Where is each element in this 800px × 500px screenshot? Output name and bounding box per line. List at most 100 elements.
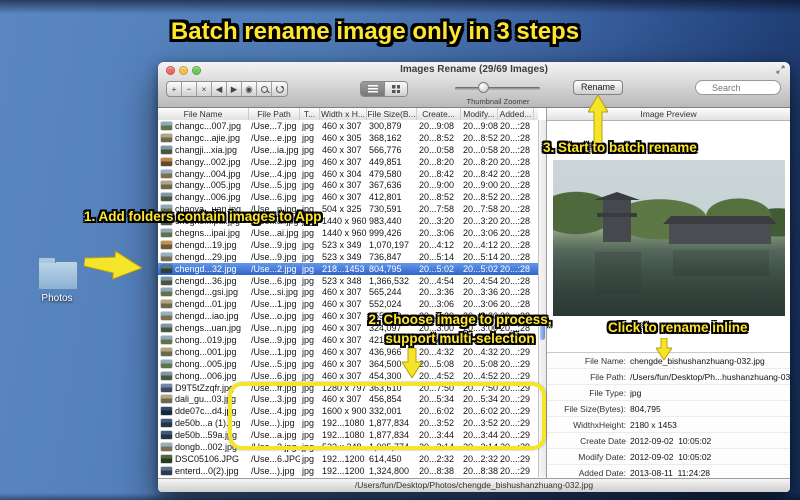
magnifier-icon [260,85,268,93]
table-row[interactable]: changy...004.jpg/Use...4.jpg jpg 460 x 304… [158,168,538,180]
zoom-window-button[interactable] [192,66,201,75]
table-row[interactable]: chengd...29.jpg/Use...9.jpg jpg 523 x 349 7… [158,251,538,263]
list-view-button[interactable] [361,82,384,96]
rename-button[interactable]: Rename [573,80,623,95]
table-row[interactable]: changy...002.jpg/Use...2.jpg jpg 460 x 307… [158,156,538,168]
file-thumbnail [161,383,172,392]
file-thumbnail [161,419,172,428]
info-field-value: 804,795 [630,403,661,414]
cell-dimensions: 460 x 307 [322,370,362,381]
previous-button[interactable]: ◀ [212,82,227,96]
cell-created: 20...3:20 [419,216,455,227]
cell-dimensions: 523 x 348 [322,275,362,286]
cell-created: 20...5:02 [419,263,455,274]
info-field: File Path: /Users/fun/Desktop/Ph...hushan… [547,369,790,385]
arrow-down-small-icon [656,338,672,360]
cell-added: 20...:28 [500,132,531,143]
cell-created: 20...4:12 [419,239,455,250]
table-row[interactable]: chong...005.jpg/Use...5.jpg jpg 460 x 307 3… [158,358,538,370]
table-row[interactable]: changc...007.jpg/Use...7.jpg jpg 460 x 307… [158,120,538,132]
file-name-text: chong...019.jpg [175,334,237,345]
cell-file-path: /Use...7.jpg [251,120,297,131]
cell-file-name: chengd...iao.jpg [158,311,249,321]
cell-created: 20...8:20 [419,156,455,167]
table-row[interactable]: enterd...0(2).jpg/Use...).jpg jpg 192...12… [158,465,538,477]
cell-file-size: 804,795 [369,263,402,274]
add-button[interactable]: + [167,82,182,96]
column-header[interactable]: Create... [417,108,461,120]
file-name-text: chengs...uan.jpg [175,323,242,334]
remove-button[interactable]: − [182,82,197,96]
cell-file-path: /Use...n.jpg [251,323,297,334]
file-thumbnail [161,276,172,285]
info-field-label: Added Date: [578,467,626,478]
table-row[interactable]: changc...ajie.jpg/Use...e.jpg jpg 460 x 30… [158,132,538,144]
cell-file-name: chengd...gsi.jpg [158,287,249,297]
table-row[interactable]: DSC05106.JPG/Use...6.JPG jpg 192...1200 614… [158,453,538,465]
photo-pagoda [597,200,637,242]
quicklook-button[interactable]: ◉ [242,82,257,96]
cell-type: jpg [302,275,315,286]
info-field-value[interactable]: chengde_bishushanzhuang-032.jpg [630,356,790,366]
cell-dimensions: 192...1200 [322,453,365,464]
table-row[interactable]: changy...005.jpg/Use...5.jpg jpg 460 x 307… [158,179,538,191]
file-name-text: changy...005.jpg [175,180,241,191]
column-header[interactable]: T... [300,108,320,120]
grid-view-button[interactable] [384,82,407,96]
photos-folder-icon[interactable] [38,257,78,290]
column-header[interactable]: Added... [498,108,534,120]
cell-file-size: 300,879 [369,120,402,131]
delete-button[interactable]: × [197,82,212,96]
column-header[interactable]: File Path [249,108,300,120]
cell-file-size: 565,244 [369,287,402,298]
next-button[interactable]: ▶ [227,82,242,96]
table-row[interactable]: chengd...gsi.jpg/Use...si.jpg jpg 460 x 30… [158,286,538,298]
column-header[interactable]: File Size(B... [367,108,417,120]
cell-modified: 20...3:36 [463,287,498,298]
cell-file-size: 412,801 [369,192,402,203]
table-row[interactable]: chong...006.jpg/Use...6.jpg jpg 460 x 307 4… [158,370,538,382]
file-thumbnail [161,466,172,475]
table-row[interactable]: changji...xia.jpg/Use...ia.jpg jpg 460 x 3… [158,144,538,156]
arrow-up-icon [588,95,608,143]
minimize-button[interactable] [179,66,188,75]
info-field-value: 2013-08-11 11:24:28 [630,467,711,478]
file-thumbnail [161,193,172,202]
cell-created: 20...4:32 [419,346,455,357]
traffic-lights [166,66,201,75]
table-row[interactable]: chengd...01.jpg/Use...1.jpg jpg 460 x 307 5… [158,298,538,310]
table-row[interactable]: chegns...ipai.jpg/Use...ai.jpg jpg 1440 x … [158,227,538,239]
file-name-text: changc...ajie.jpg [175,132,241,143]
photos-folder-label: Photos [41,293,73,304]
cell-dimensions: 460 x 307 [322,156,362,167]
fullscreen-icon[interactable] [776,65,785,74]
info-field-label: Modify Date: [578,451,626,462]
table-row[interactable]: chengd...36.jpg/Use...6.jpg jpg 523 x 348 1… [158,275,538,287]
table-row[interactable]: changy...006.jpg/Use...6.jpg jpg 460 x 307… [158,191,538,203]
cell-dimensions: 460 x 307 [322,120,362,131]
column-header[interactable]: Modify... [461,108,498,120]
column-header[interactable]: Width x H... [320,108,367,120]
cell-file-path: /Use...2.jpg [251,263,297,274]
zoom-button[interactable] [257,82,272,96]
file-thumbnail [161,169,172,178]
table-row[interactable]: chengd...32.jpg/Use...2.jpg jpg 218...1453… [158,262,538,275]
info-field-value: 2012-09-02 10:05:02 [630,451,712,462]
cell-modified: 20...4:32 [463,346,498,357]
file-thumbnail [161,324,172,333]
close-button[interactable] [166,66,175,75]
preview-panel: Image Preview File Name: chengde_bishusha… [546,108,790,481]
info-field-label: File Name: [584,355,626,366]
cell-file-size: 999,426 [369,227,402,238]
cell-modified: 20...5:02 [463,263,498,274]
cell-created: 20...9:00 [419,180,455,191]
search-input[interactable] [695,80,781,95]
refresh-button[interactable] [272,82,287,96]
file-thumbnail [161,371,172,380]
thumbnail-zoomer-slider[interactable] [455,87,540,90]
table-row[interactable]: chengd...19.jpg/Use...9.jpg jpg 523 x 349 1… [158,239,538,251]
info-field-value: 2012-09-02 10:05:02 [630,435,712,446]
cell-type: jpg [302,311,315,322]
thumbnail-zoomer-knob[interactable] [478,82,489,93]
column-header[interactable]: File Name [158,108,249,120]
